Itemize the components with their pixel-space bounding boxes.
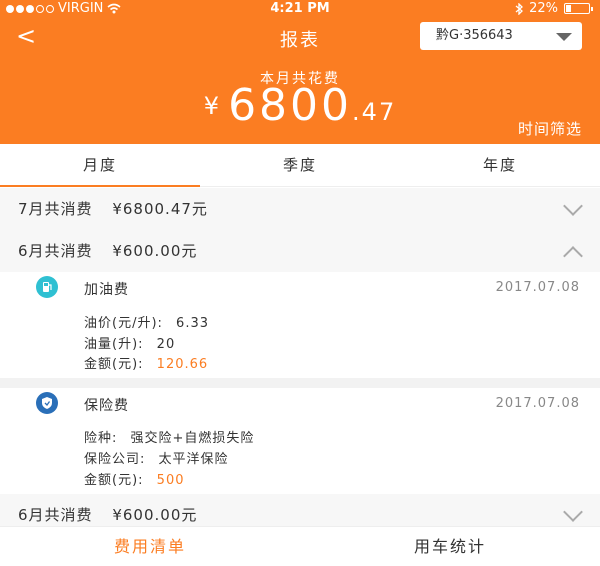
total-amount: ¥6800.47 <box>0 80 600 131</box>
total-decimal: .47 <box>352 98 397 126</box>
expense-detail-line: 保险公司: 太平洋保险 <box>84 448 229 467</box>
period-tabs: 月度 季度 年度 <box>0 144 600 187</box>
month-amount: ¥600.00元 <box>112 242 198 260</box>
month-group-july[interactable]: 7月共消费 ¥6800.47元 <box>0 188 600 230</box>
expense-detail-line: 金额(元): 500 <box>84 469 185 488</box>
detail-value: 6.33 <box>176 316 209 331</box>
expense-date: 2017.07.08 <box>495 396 580 411</box>
shield-icon <box>36 392 58 414</box>
tab-expense-list[interactable]: 费用清单 <box>0 527 300 566</box>
total-integer: 6800 <box>228 80 353 131</box>
active-tab-indicator <box>0 185 200 187</box>
tab-usage-stats[interactable]: 用车统计 <box>300 527 600 566</box>
fuel-pump-icon <box>36 276 58 298</box>
detail-label: 金额(元): <box>84 357 144 372</box>
month-label: 6月共消费 <box>18 242 93 260</box>
chevron-down-icon <box>563 502 583 522</box>
detail-label: 险种: <box>84 431 118 446</box>
month-label: 6月共消费 <box>18 506 93 524</box>
bottom-nav: 费用清单 用车统计 <box>0 526 600 566</box>
chevron-down-icon <box>563 196 583 216</box>
total-currency: ¥ <box>203 92 223 120</box>
status-right: 22% <box>515 1 593 16</box>
expense-item-fuel[interactable]: 加油费 2017.07.08 油价(元/升): 6.33 油量(升): 20 金… <box>0 272 600 378</box>
tab-yearly[interactable]: 年度 <box>400 144 600 186</box>
month-group-june[interactable]: 6月共消费 ¥600.00元 <box>0 230 600 272</box>
tab-monthly[interactable]: 月度 <box>0 144 200 186</box>
bluetooth-icon <box>515 2 524 15</box>
status-bar: VIRGIN 4:21 PM 22% <box>0 0 600 18</box>
item-divider <box>0 378 600 388</box>
caret-down-icon <box>556 33 572 41</box>
chevron-up-icon <box>563 246 583 266</box>
expense-item-insurance[interactable]: 保险费 2017.07.08 险种: 强交险+自燃损失险 保险公司: 太平洋保险… <box>0 388 600 494</box>
battery-icon <box>564 3 593 14</box>
status-time: 4:21 PM <box>270 1 330 16</box>
header: VIRGIN 4:21 PM 22% < 报表 黔G·356643 本月共花费 … <box>0 0 600 144</box>
plate-select[interactable]: 黔G·356643 <box>420 22 582 50</box>
detail-label: 保险公司: <box>84 452 146 467</box>
tab-quarterly[interactable]: 季度 <box>200 144 400 186</box>
expense-date: 2017.07.08 <box>495 280 580 295</box>
expense-detail-line: 油价(元/升): 6.33 <box>84 312 209 331</box>
expense-detail-line: 金额(元): 120.66 <box>84 353 208 372</box>
plate-value: 黔G·356643 <box>436 28 513 43</box>
expense-detail-line: 险种: 强交险+自燃损失险 <box>84 427 254 446</box>
month-label: 7月共消费 <box>18 200 93 218</box>
month-amount: ¥600.00元 <box>112 506 198 524</box>
month-group-header: 7月共消费 ¥6800.47元 <box>0 188 600 230</box>
detail-amount: 500 <box>156 473 185 488</box>
detail-amount: 120.66 <box>156 357 209 372</box>
detail-label: 金额(元): <box>84 473 144 488</box>
expense-name: 保险费 <box>84 398 129 414</box>
time-filter-button[interactable]: 时间筛选 <box>518 118 582 139</box>
expense-detail-line: 油量(升): 20 <box>84 333 175 352</box>
detail-label: 油量(升): <box>84 337 144 352</box>
expense-name: 加油费 <box>84 282 129 298</box>
month-group-header: 6月共消费 ¥600.00元 <box>0 230 600 272</box>
detail-value: 强交险+自燃损失险 <box>130 431 255 446</box>
battery-percent: 22% <box>529 1 558 16</box>
detail-value: 20 <box>156 337 176 352</box>
month-amount: ¥6800.47元 <box>112 200 208 218</box>
detail-value: 太平洋保险 <box>158 452 229 467</box>
detail-label: 油价(元/升): <box>84 316 163 331</box>
